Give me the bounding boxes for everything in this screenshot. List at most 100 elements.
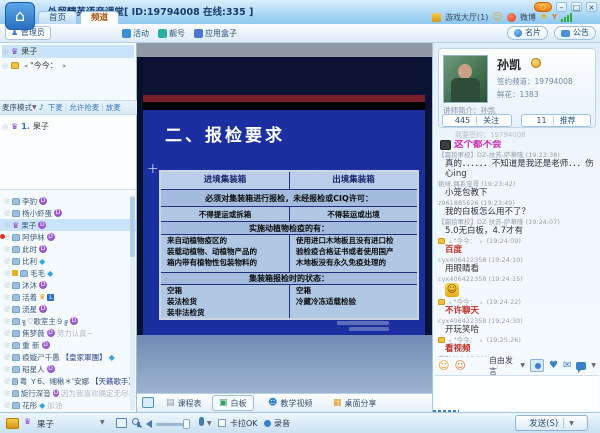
send-button[interactable]: 发送(S) ▼: [515, 415, 588, 431]
notice-button[interactable]: 公告: [554, 26, 596, 40]
minimize-button[interactable]: –: [556, 2, 567, 12]
crown-icon: ♛: [11, 47, 18, 56]
camera-icon[interactable]: [530, 359, 544, 372]
tab-课程表[interactable]: ▤课程表: [160, 395, 208, 411]
recommend-button[interactable]: 11 推荐: [521, 114, 591, 127]
user-signature: 加油: [47, 400, 62, 411]
chat-bubble-icon[interactable]: [576, 362, 586, 370]
mic-user-name: 果子: [21, 46, 37, 57]
queue-row[interactable]: ◎♛1.果子: [2, 120, 134, 133]
shirt-icon: [12, 198, 20, 205]
signal-letter: Y: [552, 13, 557, 21]
shirt-icon: [12, 366, 20, 373]
tab-首页[interactable]: 首页: [38, 11, 77, 24]
table-cell-line: 空箱: [167, 286, 289, 297]
teacher-name: 孙凯: [497, 56, 521, 73]
user-row[interactable]: ◎沐沐D: [0, 279, 136, 291]
microphone-icon[interactable]: [199, 417, 204, 426]
table-cell-line: 装法检货: [167, 297, 289, 308]
watermark: [349, 327, 389, 331]
user-row[interactable]: ◎旋行深音D因为我喜欢确定无尽我: [0, 387, 136, 399]
speaker-icon[interactable]: [146, 420, 152, 428]
tab-白板[interactable]: ▣白板: [212, 395, 254, 411]
table-cell-line: 验检疫合格证书或者使用国产: [296, 247, 417, 258]
crown-icon: ♛: [12, 221, 19, 230]
user-row[interactable]: ◎阿伊林D: [0, 231, 136, 243]
user-row[interactable]: ◎毛毛◆: [0, 267, 136, 279]
chevron-down-icon[interactable]: ▼: [520, 362, 525, 369]
close-button[interactable]: ×: [586, 2, 597, 12]
speak-mode-select[interactable]: 自由发言: [489, 355, 515, 377]
mic-link-2[interactable]: 放麦: [106, 102, 121, 113]
user-row[interactable]: ◎李豹D: [0, 195, 136, 207]
card-button[interactable]: 名片: [507, 26, 548, 40]
user-name: 沐沐: [22, 280, 37, 291]
weibo-link[interactable]: 微博: [520, 12, 536, 23]
user-row[interactable]: ◎流星D: [0, 303, 136, 315]
toolbar-item-靓号[interactable]: 靓号: [158, 28, 185, 39]
user-row[interactable]: ◎粤 Ｙ6、缃楸＊'安娜【天籁歌手】: [0, 375, 136, 387]
tab-label: 教学视频: [280, 398, 312, 409]
mic-mode-label[interactable]: 麦序模式: [2, 102, 32, 113]
table-header-cell: 出境集装箱: [289, 172, 417, 189]
toolbar-item-应用盒子[interactable]: 应用盒子: [194, 28, 237, 39]
popout-icon[interactable]: [116, 418, 127, 428]
mic-link-0[interactable]: 下麦: [48, 102, 63, 113]
toolbar-item-活动[interactable]: 活动: [122, 28, 149, 39]
user-row[interactable]: ◎痕嫙ㄕ千愚【皇家軍團】◆: [0, 351, 136, 363]
maximize-button[interactable]: □: [571, 2, 582, 12]
volume-slider-knob[interactable]: [183, 419, 190, 429]
user-row[interactable]: ◎焦梦薇D努力认真~: [0, 327, 136, 339]
tab-教学视频[interactable]: ☻教学视频: [262, 395, 318, 411]
level-badge-icon: L: [47, 294, 54, 301]
tab-频道[interactable]: 频道: [80, 11, 119, 24]
card-icon: [514, 29, 522, 37]
record-icon[interactable]: [264, 420, 271, 427]
slide-table: 进境集装箱出境集装箱必须对集装箱进行报检，未经报检或CIQ许可：不得提运或拆箱不…: [159, 170, 419, 320]
table-cell-line: 木地板没有永久免疫处理的: [296, 258, 417, 269]
slide-maroon-stripe: [137, 95, 432, 102]
karaoke-checkbox[interactable]: [218, 419, 226, 427]
gold-shirt-icon: [438, 299, 445, 305]
emoticon2-icon[interactable]: ☺: [454, 360, 465, 371]
user-row[interactable]: ◎稻星人D: [0, 363, 136, 375]
user-row[interactable]: ◎♛果子D: [0, 219, 136, 231]
schedule-icon: ▤: [166, 398, 175, 408]
chat-input-area[interactable]: [435, 375, 599, 411]
user-list-scrollbar[interactable]: [130, 195, 135, 411]
follow-button[interactable]: 445 关注: [442, 114, 512, 127]
user-row[interactable]: ◎╗♡歌室主９╔D: [0, 315, 136, 327]
power-button[interactable]: ○: [534, 2, 552, 12]
mic-user-row[interactable]: ◎﹤"今今： ﹥: [2, 59, 134, 72]
home-logo-icon[interactable]: ⌂: [5, 2, 35, 30]
heart-icon[interactable]: ♥: [549, 360, 558, 371]
table-cell-line: 冷藏冷冻适载检验: [296, 297, 417, 308]
current-user-name: 果子: [37, 418, 54, 430]
chevron-down-icon[interactable]: ▼: [100, 419, 105, 426]
game-hall-link[interactable]: 游戏大厅(1): [445, 12, 488, 23]
mic-user-row[interactable]: ◎♛果子: [2, 45, 134, 58]
board-toggle-icon[interactable]: [142, 397, 154, 408]
mail-icon[interactable]: ✉: [563, 360, 571, 371]
gift-box-icon[interactable]: [6, 418, 19, 429]
emoticon-icon[interactable]: ☺: [438, 360, 449, 371]
chevron-down-icon[interactable]: ▼: [591, 362, 596, 369]
chat-message-text: 真的．．．．．．不知道是我还是老师．．．伤心ing: [438, 159, 598, 179]
mic-link-1[interactable]: 允许抢麦: [69, 102, 99, 113]
user-row[interactable]: ◎此时D: [0, 243, 136, 255]
star-icon[interactable]: ★: [540, 12, 548, 22]
user-row[interactable]: ◎杨小虾蛋D: [0, 207, 136, 219]
chat-message-list: 这个都不会【霜狼軍校】DZ-扶苏-萨華隆 (19:23:38)真的．．．．．．不…: [438, 140, 598, 357]
user-row[interactable]: ◎比利◆: [0, 255, 136, 267]
chevron-down-icon[interactable]: ▼: [207, 420, 212, 427]
radio-icon: ◎: [4, 401, 10, 409]
chat-message-text: 我的白板怎么用不了？: [438, 207, 598, 217]
video-icon: ☻: [268, 398, 277, 408]
user-row[interactable]: ◎重 新D: [0, 339, 136, 351]
user-row[interactable]: ◎花彤◆加油: [0, 399, 136, 411]
user-row[interactable]: ◎活着♛L: [0, 291, 136, 303]
smiley-icon[interactable]: ☺: [492, 12, 502, 23]
tab-桌面分享[interactable]: ▦桌面分享: [327, 395, 383, 411]
chevron-down-icon[interactable]: ▼: [32, 104, 37, 111]
weibo-icon[interactable]: [507, 13, 516, 22]
